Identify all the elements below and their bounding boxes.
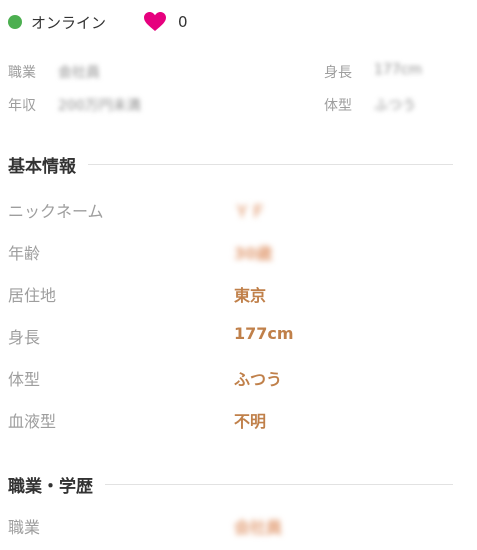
- summary-value-income: 200万円未満: [58, 98, 141, 114]
- detail-row-nickname: ニックネーム ＹＦ: [8, 188, 477, 230]
- detail-row-height: 身長 177cm: [8, 314, 477, 356]
- detail-value-blood-type: 不明: [234, 412, 267, 431]
- detail-value-age: 30歳: [234, 244, 273, 263]
- detail-label: 年齢: [8, 244, 41, 263]
- detail-label: 職業: [8, 518, 41, 537]
- summary-label-body-type: 体型: [324, 98, 352, 114]
- detail-label: ニックネーム: [8, 202, 104, 221]
- section-title-basic-info: 基本情報: [8, 157, 76, 177]
- profile-summary: 職業 会社員 身長 177cm 年収 200万円未満 体型 ふつう: [8, 58, 477, 124]
- detail-row-age: 年齢 30歳: [8, 230, 477, 272]
- detail-label: 血液型: [8, 412, 57, 431]
- detail-label: 身長: [8, 328, 41, 347]
- summary-label-income: 年収: [8, 98, 36, 114]
- detail-value-residence: 東京: [234, 286, 267, 305]
- heart-icon[interactable]: [144, 12, 167, 32]
- detail-value-occupation: 会社員: [234, 518, 283, 537]
- online-status-icon: [8, 15, 22, 29]
- status-row: オンライン 0: [8, 9, 188, 35]
- section-divider: [88, 164, 453, 165]
- section-header-career: 職業・学歴: [8, 472, 453, 497]
- summary-value-body-type: ふつう: [374, 98, 416, 114]
- detail-value-height: 177cm: [234, 324, 294, 343]
- section-divider: [105, 484, 453, 485]
- detail-value-body-type: ふつう: [234, 370, 283, 389]
- detail-row-body-type: 体型 ふつう: [8, 356, 477, 398]
- summary-row: 職業 会社員 身長 177cm: [8, 58, 477, 91]
- detail-row-occupation: 職業 会社員: [8, 504, 477, 546]
- section-title-career: 職業・学歴: [8, 477, 93, 497]
- summary-label-height: 身長: [324, 65, 352, 81]
- summary-row: 年収 200万円未満 体型 ふつう: [8, 91, 477, 124]
- detail-value-nickname: ＹＦ: [234, 202, 267, 221]
- detail-row-residence: 居住地 東京: [8, 272, 477, 314]
- summary-value-height: 177cm: [374, 62, 423, 78]
- detail-label: 体型: [8, 370, 41, 389]
- online-status-label: オンライン: [31, 13, 107, 32]
- detail-label: 居住地: [8, 286, 57, 305]
- section-header-basic-info: 基本情報: [8, 152, 453, 177]
- summary-label-occupation: 職業: [8, 65, 36, 81]
- like-count: 0: [178, 13, 188, 31]
- summary-value-occupation: 会社員: [58, 65, 100, 81]
- detail-row-blood-type: 血液型 不明: [8, 398, 477, 440]
